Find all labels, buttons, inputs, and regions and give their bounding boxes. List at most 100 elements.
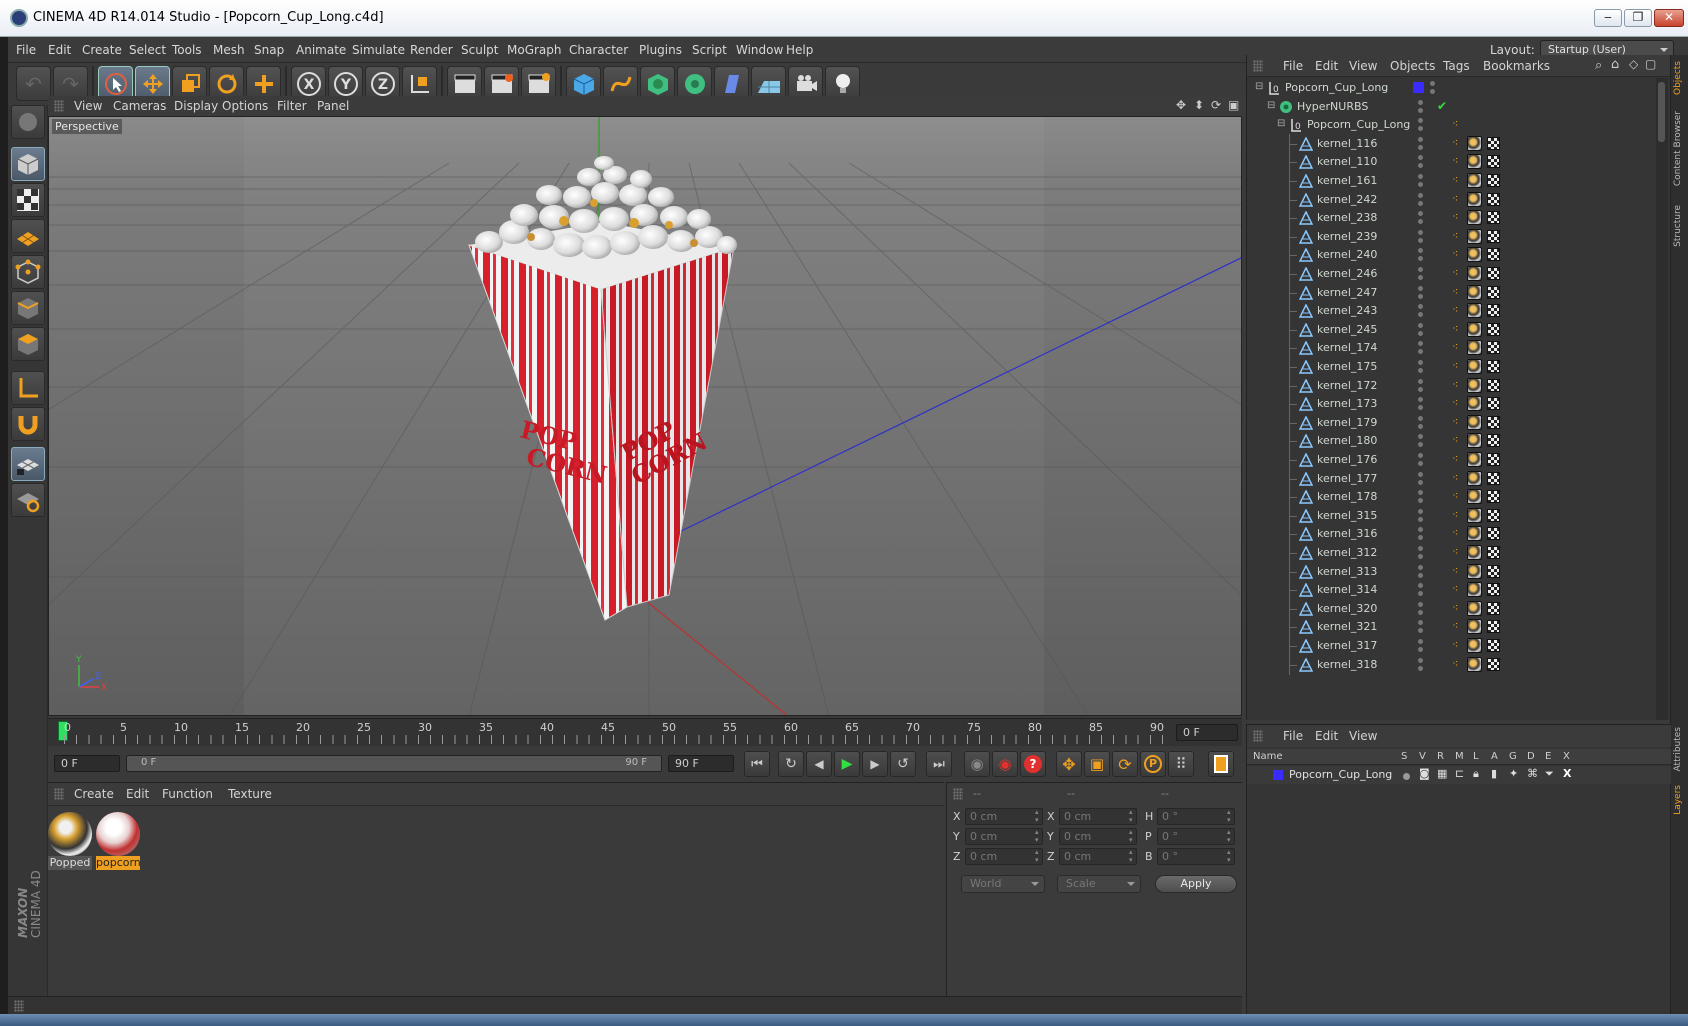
close-button[interactable]: ✕	[1654, 9, 1684, 27]
tab-content-browser[interactable]: Content Browser	[1673, 111, 1687, 186]
home-icon[interactable]: ⌂	[1611, 57, 1619, 72]
phong-tag-icon[interactable]: ⁖	[1452, 396, 1458, 409]
object-row-kernel[interactable]: kernel_321 ⁖	[1247, 617, 1657, 638]
phong-tag-icon[interactable]: ⁖	[1452, 582, 1458, 595]
object-row-kernel[interactable]: kernel_239 ⁖	[1247, 226, 1657, 247]
object-row-kernel[interactable]: kernel_180 ⁖	[1247, 431, 1657, 452]
material-tag-icon[interactable]	[1467, 414, 1482, 430]
layer-header-animation[interactable]: A	[1491, 751, 1498, 762]
goto-next-key-button[interactable]: ↺	[890, 751, 916, 777]
object-row-kernel[interactable]: kernel_312 ⁖	[1247, 543, 1657, 563]
uvw-tag-icon[interactable]	[1487, 267, 1500, 280]
material-tag-icon[interactable]	[1467, 247, 1482, 263]
object-row-kernel[interactable]: kernel_178 ⁖	[1247, 487, 1657, 508]
object-row-root[interactable]: ⊟ 0 Popcorn_Cup_Long	[1247, 78, 1657, 98]
phong-tag-icon[interactable]: ⁖	[1452, 508, 1458, 521]
object-row-kernel[interactable]: kernel_161 ⁖	[1247, 171, 1657, 191]
layer-header-expressions[interactable]: E	[1545, 751, 1551, 762]
panel-grip-icon[interactable]	[953, 788, 963, 800]
material-tag-icon[interactable]	[1467, 563, 1482, 579]
uvw-tag-icon[interactable]	[1487, 136, 1500, 150]
uvw-tag-icon[interactable]	[1487, 564, 1500, 578]
object-row-hypernurbs[interactable]: ⊟ HyperNURBS ✔	[1247, 97, 1657, 117]
menu-script[interactable]: Script	[692, 43, 727, 57]
timeline-window-button[interactable]	[1208, 751, 1234, 777]
menu-file[interactable]: File	[16, 43, 36, 57]
object-row-kernel[interactable]: kernel_247 ⁖	[1247, 282, 1657, 303]
model-mode-button[interactable]	[11, 147, 45, 181]
phong-tag-icon[interactable]: ⁖	[1452, 601, 1458, 614]
texture-mode-button[interactable]	[11, 183, 45, 217]
phong-tag-icon[interactable]: ⁖	[1452, 359, 1458, 372]
phong-tag-icon[interactable]: ⁖	[1452, 619, 1458, 632]
goto-next-frame-button[interactable]: ▶	[862, 751, 888, 777]
menu-sculpt[interactable]: Sculpt	[461, 43, 498, 57]
tweak-mode-button[interactable]	[11, 407, 45, 441]
object-row-kernel[interactable]: kernel_315 ⁖	[1247, 505, 1657, 526]
uvw-tag-icon[interactable]	[1487, 639, 1500, 652]
uvw-tag-icon[interactable]	[1487, 378, 1500, 392]
layer-header-name[interactable]: Name	[1253, 751, 1283, 762]
layer-row[interactable]: Popcorn_Cup_Long ◙ ▦ ⊏ 🔒︎ ▮ ✦ ⌘ ⏷ X	[1247, 766, 1671, 784]
phong-tag-icon[interactable]: ⁖	[1452, 173, 1458, 186]
layer-lock-icon[interactable]: 🔒︎	[1473, 767, 1479, 781]
layer-header-xref[interactable]: X	[1563, 751, 1570, 762]
polygons-mode-button[interactable]	[11, 327, 45, 361]
objects-menu-edit[interactable]: Edit	[1315, 59, 1338, 73]
object-row-kernel[interactable]: kernel_318 ⁖	[1247, 654, 1657, 675]
object-row-kernel[interactable]: kernel_116 ⁖	[1247, 133, 1657, 154]
phong-tag-icon[interactable]: ⁖	[1452, 489, 1458, 502]
phong-tag-icon[interactable]: ⁖	[1452, 564, 1458, 577]
uvw-tag-icon[interactable]	[1487, 229, 1500, 243]
uvw-tag-icon[interactable]	[1487, 304, 1500, 318]
phong-tag-icon[interactable]: ⁖	[1452, 192, 1458, 205]
uvw-tag-icon[interactable]	[1487, 527, 1500, 541]
layer-header-solo[interactable]: S	[1401, 751, 1407, 762]
viewport-menu-view[interactable]: View	[74, 99, 102, 113]
object-row-kernel[interactable]: kernel_245 ⁖	[1247, 319, 1657, 340]
object-row-kernel[interactable]: kernel_177 ⁖	[1247, 468, 1657, 489]
object-row-kernel[interactable]: kernel_173 ⁖	[1247, 394, 1657, 415]
uvw-tag-icon[interactable]	[1487, 285, 1500, 299]
material-tag-icon[interactable]	[1467, 433, 1482, 449]
material-tag-icon[interactable]	[1467, 582, 1482, 598]
objects-menu-file[interactable]: File	[1283, 59, 1303, 73]
phong-tag-icon[interactable]: ⁖	[1452, 433, 1458, 446]
material-tag-icon[interactable]	[1467, 489, 1482, 505]
collapse-icon[interactable]: ⊟	[1255, 81, 1263, 92]
key-parameter-button[interactable]: P	[1140, 751, 1166, 777]
phong-tag-icon[interactable]: ⁖	[1452, 657, 1458, 670]
current-frame-field[interactable]: 0 F	[1176, 724, 1238, 741]
phong-tag-icon[interactable]: ⁖	[1452, 210, 1458, 223]
preview-range-slider[interactable]: 0 F 90 F	[126, 755, 662, 772]
scrollbar-thumb[interactable]	[1658, 82, 1665, 142]
material-swatch[interactable]: Popped	[48, 812, 92, 870]
size-mode-select[interactable]: Scale	[1057, 875, 1141, 893]
uvw-tag-icon[interactable]	[1487, 453, 1500, 466]
layer-header-view[interactable]: V	[1419, 751, 1426, 762]
position-y-field[interactable]: 0 cm	[965, 828, 1043, 845]
layer-header-generators[interactable]: G	[1509, 751, 1517, 762]
objects-menu-view[interactable]: View	[1349, 59, 1377, 73]
key-scale-button[interactable]: ▣	[1084, 751, 1110, 777]
coordinate-mode-select[interactable]: World	[961, 875, 1045, 893]
menu-render[interactable]: Render	[410, 43, 453, 57]
material-tag-icon[interactable]	[1467, 452, 1482, 467]
material-tag-icon[interactable]	[1467, 135, 1482, 151]
end-frame-field[interactable]: 90 F	[668, 755, 734, 772]
menu-animate[interactable]: Animate	[296, 43, 346, 57]
collapse-icon[interactable]: ⊟	[1267, 100, 1275, 111]
object-row-kernel[interactable]: kernel_179 ⁖	[1247, 412, 1657, 433]
layers-menu-edit[interactable]: Edit	[1315, 729, 1338, 743]
uvw-tag-icon[interactable]	[1487, 397, 1500, 411]
menu-select[interactable]: Select	[129, 43, 166, 57]
object-row-kernel[interactable]: kernel_240 ⁖	[1247, 245, 1657, 266]
start-frame-field[interactable]: 0 F	[54, 755, 120, 772]
menu-tools[interactable]: Tools	[172, 43, 202, 57]
tab-structure[interactable]: Structure	[1673, 205, 1687, 247]
material-tag-icon[interactable]	[1467, 396, 1482, 412]
material-tag-icon[interactable]	[1467, 191, 1482, 207]
material-tag-icon[interactable]	[1467, 340, 1482, 356]
object-row-kernel[interactable]: kernel_316 ⁖	[1247, 524, 1657, 545]
object-row-kernel[interactable]: kernel_175 ⁖	[1247, 357, 1657, 377]
